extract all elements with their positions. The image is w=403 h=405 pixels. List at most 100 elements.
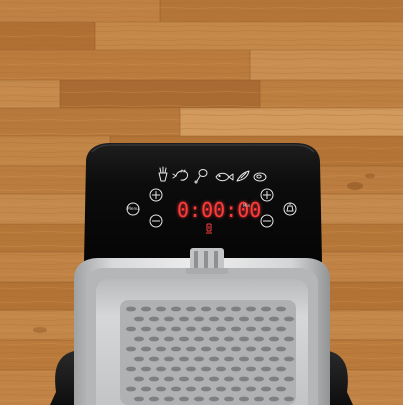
mesh-hole [209, 336, 219, 342]
mesh-hole [134, 336, 144, 342]
mesh-hole [261, 366, 271, 372]
mesh-hole [284, 336, 294, 342]
mesh-hole [171, 346, 181, 352]
mesh-hole [269, 356, 279, 362]
mesh-hole [231, 306, 241, 312]
mesh-hole [284, 396, 294, 402]
mesh-hole [194, 316, 204, 322]
mesh-hole [141, 306, 151, 312]
keep-warm-button[interactable] [284, 203, 296, 215]
mesh-hole [209, 316, 219, 322]
mesh-hole [194, 336, 204, 342]
mesh-hole [209, 356, 219, 362]
fry-basket [74, 248, 330, 405]
mesh-hole [149, 316, 159, 322]
mesh-hole [179, 316, 189, 322]
mesh-hole [254, 316, 264, 322]
mesh-hole [149, 396, 159, 402]
mesh-hole [269, 396, 279, 402]
mesh-hole [141, 346, 151, 352]
mesh-hole [216, 366, 226, 372]
mesh-hole [254, 376, 264, 382]
mesh-hole [276, 326, 286, 332]
mesh-hole [254, 396, 264, 402]
mesh-hole [201, 306, 211, 312]
mesh-hole [284, 356, 294, 362]
mesh-hole [141, 326, 151, 332]
mesh-hole [156, 366, 166, 372]
left-minus-button[interactable] [150, 215, 162, 227]
mesh-hole [149, 356, 159, 362]
mesh-hole [224, 376, 234, 382]
mesh-hole [201, 366, 211, 372]
mesh-hole [126, 326, 136, 332]
mesh-hole [194, 376, 204, 382]
mesh-hole [246, 366, 256, 372]
mesh-hole [276, 306, 286, 312]
mesh-hole [179, 396, 189, 402]
mesh-hole [231, 326, 241, 332]
mesh-hole [186, 386, 196, 392]
mesh-hole [231, 386, 241, 392]
mesh-hole [239, 376, 249, 382]
mesh-hole [216, 326, 226, 332]
mesh-hole [261, 326, 271, 332]
fryer-scene: 0:00:00 Min Menu [0, 0, 403, 405]
mesh-hole [269, 336, 279, 342]
mesh-hole [231, 346, 241, 352]
mesh-hole [254, 356, 264, 362]
mesh-hole [209, 376, 219, 382]
mesh-hole [156, 346, 166, 352]
mesh-hole [224, 356, 234, 362]
mesh-hole [156, 386, 166, 392]
mesh-hole [224, 316, 234, 322]
mesh-hole [126, 386, 136, 392]
mesh-hole [186, 306, 196, 312]
mesh-hole [141, 386, 151, 392]
mesh-hole [164, 316, 174, 322]
menu-button[interactable] [127, 203, 139, 215]
mesh-hole [179, 376, 189, 382]
mesh-hole [134, 396, 144, 402]
mesh-hole [269, 316, 279, 322]
right-plus-button[interactable] [261, 189, 273, 201]
mesh-hole [224, 336, 234, 342]
mesh-hole [201, 346, 211, 352]
mesh-hole [276, 366, 286, 372]
mesh-hole [261, 386, 271, 392]
mesh-hole [239, 356, 249, 362]
mesh-hole [186, 326, 196, 332]
mesh-hole [186, 346, 196, 352]
left-plus-button[interactable] [150, 189, 162, 201]
mesh-hole [284, 316, 294, 322]
mesh-hole [201, 326, 211, 332]
right-minus-button[interactable] [261, 215, 273, 227]
mesh-hole [171, 326, 181, 332]
mesh-hole [171, 366, 181, 372]
mesh-hole [126, 346, 136, 352]
mesh-hole [156, 306, 166, 312]
mesh-hole [164, 356, 174, 362]
mesh-hole [254, 336, 264, 342]
mesh-hole [149, 376, 159, 382]
mesh-hole [126, 366, 136, 372]
mesh-hole [224, 396, 234, 402]
mesh-hole [284, 376, 294, 382]
mesh-hole [239, 316, 249, 322]
mesh-hole [216, 306, 226, 312]
time-unit-label: Min [243, 203, 251, 208]
mesh-hole [179, 336, 189, 342]
mesh-hole [276, 346, 286, 352]
mesh-hole [216, 386, 226, 392]
mesh-hole [164, 336, 174, 342]
mesh-hole [194, 396, 204, 402]
mesh-hole [246, 346, 256, 352]
mesh-hole [134, 316, 144, 322]
mesh-hole [261, 346, 271, 352]
mesh-hole [179, 356, 189, 362]
mesh-hole [246, 326, 256, 332]
mesh-hole [164, 396, 174, 402]
mesh-hole [201, 386, 211, 392]
mesh-hole [186, 366, 196, 372]
mesh-hole [171, 306, 181, 312]
